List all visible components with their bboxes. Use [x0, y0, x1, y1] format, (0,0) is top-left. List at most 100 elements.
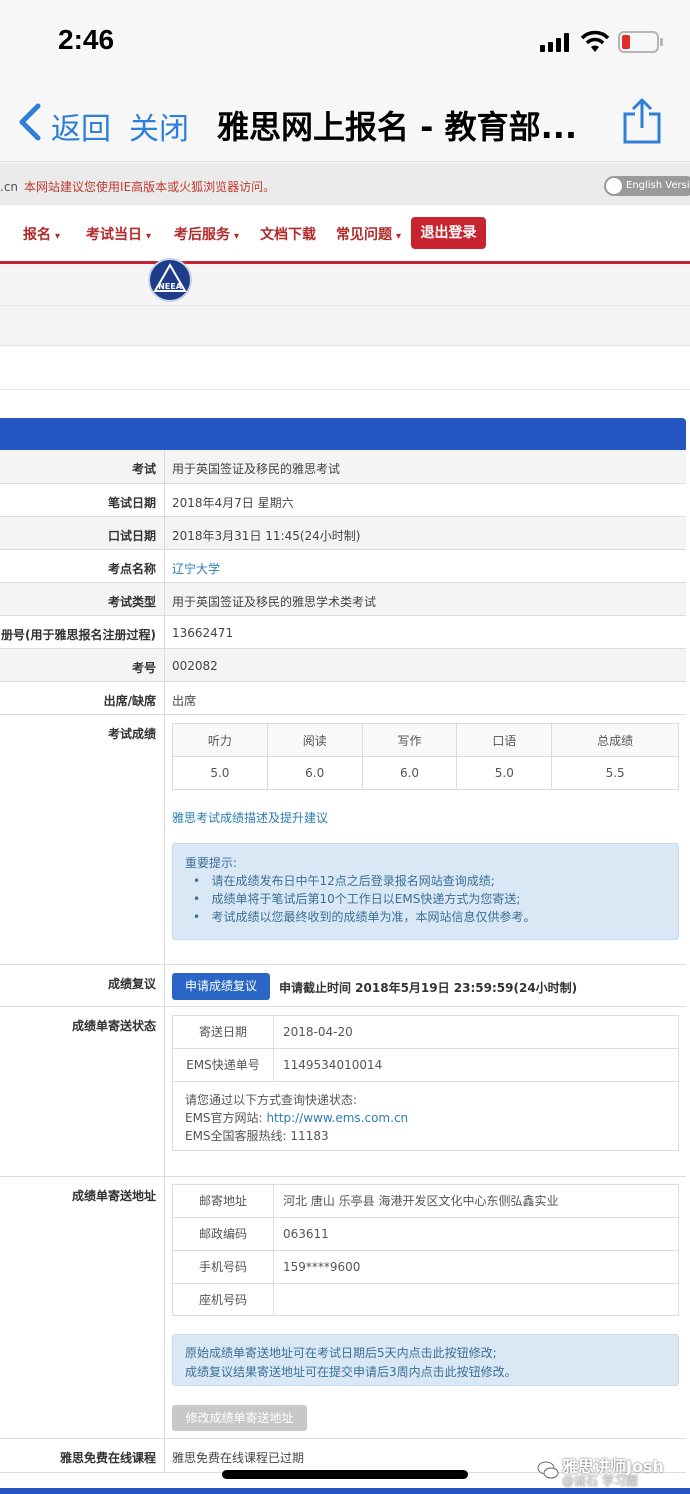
test-center-row: 考点名称 辽宁大学: [0, 550, 686, 583]
registration-number-row: 册号(用于雅思报名注册过程) 13662471: [0, 616, 686, 649]
english-version-label: English Version: [626, 180, 690, 191]
browser-notice: .cn 本网站建议您使用IE高版本或火狐浏览器访问。: [0, 180, 276, 194]
menu-test-day[interactable]: 考试当日 ▾: [86, 224, 151, 244]
menu-faq[interactable]: 常见问题 ▾: [336, 224, 401, 244]
landline-row: 座机号码: [173, 1284, 678, 1317]
postcode-row: 邮政编码 063611: [173, 1218, 678, 1251]
ems-site-link[interactable]: http://www.ems.com.cn: [266, 1111, 408, 1125]
exam-type-label: 考试类型: [107, 595, 156, 609]
logout-button[interactable]: 退出登录: [411, 217, 486, 249]
test-center-link[interactable]: 辽宁大学: [172, 560, 220, 577]
written-date-label: 笔试日期: [107, 496, 156, 510]
cellular-signal-icon: [540, 33, 572, 52]
mail-address-value: 河北 唐山 乐亭县 海港开发区文化中心东侧弘鑫实业: [283, 1194, 559, 1208]
mobile-row: 手机号码 159****9600: [173, 1251, 678, 1284]
listening-score: 5.0: [172, 756, 268, 790]
candidate-number-row: 考号 002082: [0, 649, 686, 682]
candidate-number-value: 002082: [172, 659, 218, 673]
mobile-value: 159****9600: [283, 1260, 361, 1274]
written-date-value: 2018年4月7日 星期六: [172, 496, 294, 510]
share-icon[interactable]: [622, 98, 662, 144]
score-header-row: 听力 阅读 写作 口语 总成绩: [172, 723, 679, 757]
address-note-line: 成绩复议结果寄送地址可在提交申请后3周内点击此按钮修改。: [185, 1365, 517, 1379]
exam-row: 考试 用于英国签证及移民的雅思考试: [0, 450, 686, 484]
tips-title: 重要提示:: [185, 856, 238, 870]
tip-item: • 成绩单将于笔试后第10个工作日以EMS快递方式为您寄送;: [193, 892, 521, 906]
menu-downloads[interactable]: 文档下载: [260, 224, 316, 244]
attendance-label: 出席/缺席: [103, 694, 156, 708]
speaking-date-value: 2018年3月31日 11:45(24小时制): [172, 529, 361, 543]
back-button[interactable]: 返回: [51, 104, 111, 148]
send-date-value: 2018-04-20: [283, 1025, 353, 1039]
status-time: 2:46: [58, 24, 115, 55]
score-advice-link[interactable]: 雅思考试成绩描述及提升建议: [172, 809, 328, 826]
score-table: 听力 阅读 写作 口语 总成绩 5.0 6.0 6.0 5.0 5.5: [172, 723, 679, 790]
toggle-knob: [606, 178, 622, 194]
english-version-toggle[interactable]: English Version: [604, 176, 690, 196]
neea-logo: NEEA: [148, 258, 192, 302]
registration-number-label: 册号(用于雅思报名注册过程): [1, 628, 156, 642]
send-date-label: 寄送日期: [173, 1016, 274, 1048]
exam-label: 考试: [131, 462, 156, 476]
reading-score: 6.0: [266, 756, 363, 790]
overall-header: 总成绩: [551, 723, 679, 757]
site-menu: 报名 ▾ 考试当日 ▾ 考后服务 ▾ 文档下载 常见问题 ▾ 退出登录: [0, 205, 690, 261]
wifi-icon: [580, 30, 610, 52]
mail-address-label: 邮寄地址: [173, 1185, 274, 1217]
delivery-address-label: 成绩单寄送地址: [71, 1189, 156, 1203]
landline-label: 座机号码: [173, 1284, 274, 1316]
attendance-row: 出席/缺席 出席: [0, 682, 686, 715]
svg-text:NEEA: NEEA: [158, 282, 183, 291]
navigation-bar: 返回 关闭 雅思网上报名 - 教育部...: [0, 90, 690, 162]
bottom-edge: [0, 1488, 690, 1494]
written-date-row: 笔试日期 2018年4月7日 星期六: [0, 484, 686, 517]
candidate-number-label: 考号: [131, 661, 156, 675]
ems-number-value: 1149534010014: [283, 1058, 383, 1072]
important-tips-box: 重要提示: • 请在成绩发布日中午12点之后登录报名网站查询成绩; • 成绩单将…: [172, 843, 679, 940]
score-review-label: 成绩复议: [107, 977, 156, 991]
speaking-date-label: 口试日期: [107, 529, 156, 543]
writing-header: 写作: [361, 723, 458, 757]
ems-number-label: EMS快递单号: [173, 1049, 274, 1081]
menu-registration[interactable]: 报名 ▾: [23, 224, 60, 244]
ems-site-line: EMS官方网站: http://www.ems.com.cn: [185, 1111, 409, 1125]
scores-label: 考试成绩: [107, 727, 156, 741]
overall-score: 5.5: [551, 756, 679, 790]
attendance-value: 出席: [172, 694, 197, 708]
reading-header: 阅读: [266, 723, 363, 757]
online-course-value: 雅思免费在线课程已过期: [172, 1451, 305, 1465]
exam-type-row: 考试类型 用于英国签证及移民的雅思学术类考试: [0, 583, 686, 616]
postcode-label: 邮政编码: [173, 1218, 274, 1250]
delivery-status-label: 成绩单寄送状态: [71, 1019, 156, 1033]
speaking-score: 5.0: [456, 756, 553, 790]
speaking-header: 口语: [456, 723, 553, 757]
exam-type-value: 用于英国签证及移民的雅思学术类考试: [172, 595, 377, 609]
ems-number-row: EMS快递单号 1149534010014: [173, 1049, 678, 1082]
address-table: 邮寄地址 河北 唐山 乐亭县 海港开发区文化中心东侧弘鑫实业 邮政编码 0636…: [172, 1184, 679, 1316]
spacer-band: [0, 346, 690, 390]
listening-header: 听力: [172, 723, 268, 757]
watermark-subtext: @谜石 学习圈: [562, 1474, 638, 1488]
test-center-label: 考点名称: [107, 562, 156, 576]
battery-low-icon: [618, 31, 663, 53]
speaking-date-row: 口试日期 2018年3月31日 11:45(24小时制): [0, 517, 686, 550]
mail-address-row: 邮寄地址 河北 唐山 乐亭县 海港开发区文化中心东侧弘鑫实业: [173, 1185, 678, 1218]
close-button[interactable]: 关闭: [129, 104, 189, 148]
apply-review-button[interactable]: 申请成绩复议: [172, 973, 270, 1000]
mobile-label: 手机号码: [173, 1251, 274, 1283]
breadcrumb-band: [0, 306, 690, 346]
address-change-note: 原始成绩单寄送地址可在考试日期后5天内点击此按钮修改; 成绩复议结果寄送地址可在…: [172, 1334, 679, 1386]
exam-value: 用于英国签证及移民的雅思考试: [172, 462, 341, 476]
page-title: 雅思网上报名 - 教育部...: [217, 108, 578, 146]
result-panel-header: [0, 418, 686, 450]
menu-after-test[interactable]: 考后服务 ▾: [174, 224, 239, 244]
send-date-row: 寄送日期 2018-04-20: [173, 1016, 678, 1049]
tip-item: • 考试成绩以您最终收到的成绩单为准，本网站信息仅供参考。: [193, 910, 536, 924]
back-chevron-icon[interactable]: [16, 102, 42, 142]
logo-area: NEEA: [0, 258, 690, 306]
score-value-row: 5.0 6.0 6.0 5.0 5.5: [172, 756, 679, 790]
tip-item: • 请在成绩发布日中午12点之后登录报名网站查询成绩;: [193, 874, 495, 888]
modify-address-button[interactable]: 修改成绩单寄送地址: [172, 1405, 307, 1431]
status-bar: 2:46: [0, 0, 690, 90]
home-indicator: [222, 1470, 468, 1479]
